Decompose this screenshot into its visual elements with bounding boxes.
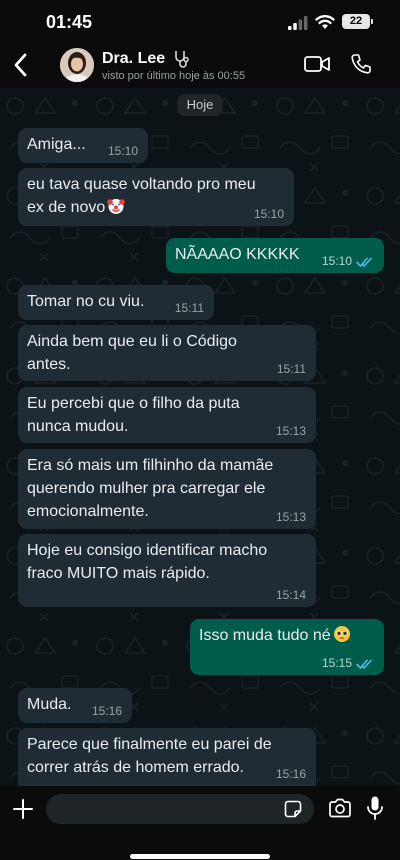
message-bubble-incoming[interactable]: Ainda bem que eu li o Código antes. 15:1…	[18, 325, 316, 381]
message-bubble-incoming[interactable]: Era só mais um filhinho da mamãe querend…	[18, 449, 316, 529]
mic-icon[interactable]	[366, 795, 384, 821]
home-indicator	[130, 854, 270, 859]
message-bubble-incoming[interactable]: Amiga... 15:10	[18, 128, 148, 163]
wifi-icon	[315, 15, 335, 29]
battery-icon: 22	[342, 14, 370, 29]
message-bubble-incoming[interactable]: Eu percebi que o filho da puta nunca mud…	[18, 387, 316, 443]
sticker-icon[interactable]	[284, 800, 302, 818]
message-bubble-incoming[interactable]: Muda. 15:16	[18, 688, 132, 723]
read-receipt-icon	[356, 659, 372, 670]
message-text: eu tava quase voltando pro meu ex de nov…	[27, 173, 272, 219]
pleading-face-icon	[333, 626, 350, 642]
message-text: Ainda bem que eu li o Código antes.	[27, 333, 237, 373]
plus-icon[interactable]	[12, 798, 34, 820]
message-text: Hoje eu consigo identificar macho fraco …	[27, 542, 268, 582]
message-bubble-incoming[interactable]: Tomar no cu viu. 15:11	[18, 285, 214, 320]
last-seen-status: visto por último hoje às 00:55	[102, 70, 246, 82]
message-text-content: eu tava quase voltando pro meu ex de nov…	[27, 176, 256, 216]
message-text-content: Isso muda tudo né	[199, 627, 331, 644]
message-bubble-outgoing[interactable]: Isso muda tudo né 15:15	[190, 619, 384, 675]
message-time: 15:16	[91, 704, 122, 718]
phone-icon[interactable]	[350, 53, 372, 75]
message-text: Parece que finalmente eu parei de correr…	[27, 736, 272, 776]
message-time: 15:11	[276, 362, 306, 376]
message-text: Isso muda tudo né	[199, 624, 375, 647]
message-text: Era só mais um filhinho da mamãe querend…	[27, 457, 274, 520]
chat-area[interactable]: Hoje Amiga... 15:10 eu tava quase voltan…	[0, 88, 400, 786]
signal-icon	[288, 16, 308, 30]
clown-face-icon	[107, 199, 126, 214]
message-input[interactable]	[46, 794, 314, 824]
message-time: 15:11	[174, 301, 204, 315]
camera-icon[interactable]	[328, 798, 352, 818]
status-time: 01:45	[46, 12, 93, 32]
battery-tip	[371, 19, 373, 24]
message-time: 15:13	[275, 510, 306, 524]
message-composer	[0, 786, 400, 860]
message-bubble-incoming[interactable]: eu tava quase voltando pro meu ex de nov…	[18, 168, 294, 226]
date-chip: Hoje	[177, 94, 223, 116]
message-bubble-outgoing[interactable]: NÃAAAO KKKKK 15:10	[166, 238, 384, 273]
chat-header: Dra. Lee visto por último hoje às 00:55	[0, 44, 400, 88]
contact-name[interactable]: Dra. Lee	[102, 50, 165, 68]
read-receipt-icon	[356, 257, 372, 268]
message-time: 15:14	[275, 588, 306, 602]
message-time: 15:10	[107, 144, 138, 158]
video-call-icon[interactable]	[304, 54, 330, 74]
status-bar: 01:45 22	[0, 0, 400, 44]
back-icon[interactable]	[10, 52, 32, 78]
message-time: 15:10	[253, 207, 284, 221]
message-time: 15:13	[275, 424, 306, 438]
message-time: 15:16	[275, 767, 306, 781]
message-text: Eu percebi que o filho da puta nunca mud…	[27, 395, 240, 435]
message-time: 15:10	[321, 254, 352, 268]
message-bubble-incoming[interactable]: Parece que finalmente eu parei de correr…	[18, 728, 316, 786]
battery-level: 22	[349, 15, 363, 27]
avatar-photo	[60, 48, 94, 82]
message-bubble-incoming[interactable]: Hoje eu consigo identificar macho fraco …	[18, 534, 316, 607]
avatar[interactable]	[60, 48, 94, 82]
stethoscope-icon	[175, 51, 189, 68]
message-time: 15:15	[321, 656, 352, 670]
